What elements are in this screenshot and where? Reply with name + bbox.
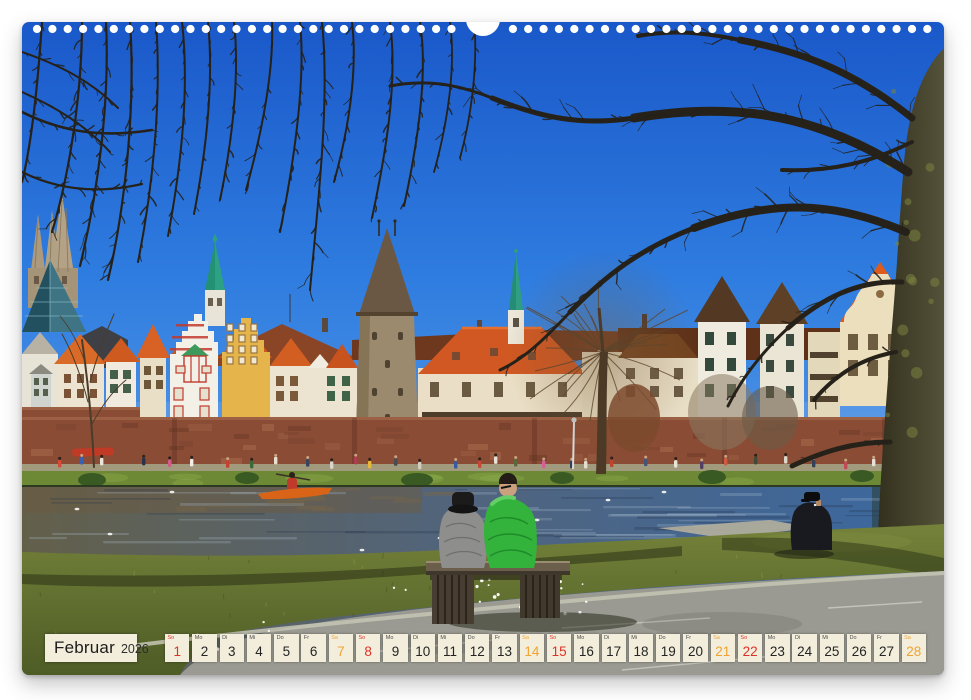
day-weekday-label: So: [740, 635, 747, 641]
calendar-page: Februar 2026 So1Mo2Di3Mi4Do5Fr6Sa7So8Mo9…: [22, 22, 944, 675]
day-number: 8: [356, 644, 380, 659]
day-number: 9: [383, 644, 407, 659]
day-weekday-label: Sa: [522, 635, 529, 641]
day-number: 26: [847, 644, 871, 659]
day-number: 28: [902, 644, 926, 659]
day-cell: So 15: [547, 634, 571, 662]
day-weekday-label: So: [549, 635, 556, 641]
day-number: 13: [492, 644, 516, 659]
day-cell: Di 3: [220, 634, 244, 662]
day-weekday-label: Di: [413, 635, 418, 641]
day-number: 10: [411, 644, 435, 659]
day-number: 16: [574, 644, 598, 659]
day-weekday-label: Mo: [195, 635, 203, 641]
day-cell: Do 12: [465, 634, 489, 662]
day-weekday-label: Fr: [877, 635, 882, 641]
day-number: 24: [792, 644, 816, 659]
day-weekday-label: Do: [468, 635, 475, 641]
day-weekday-label: Mo: [768, 635, 776, 641]
day-weekday-label: Sa: [904, 635, 911, 641]
day-number: 21: [711, 644, 735, 659]
day-cell: Mi 4: [247, 634, 271, 662]
day-number: 25: [820, 644, 844, 659]
day-weekday-label: Do: [850, 635, 857, 641]
day-number: 18: [629, 644, 653, 659]
day-cell: Mo 2: [192, 634, 216, 662]
day-cell: Mo 9: [383, 634, 407, 662]
day-cell: Di 24: [792, 634, 816, 662]
day-weekday-label: Mi: [822, 635, 828, 641]
day-cell: Sa 14: [520, 634, 544, 662]
day-cell: Di 17: [602, 634, 626, 662]
day-number: 4: [247, 644, 271, 659]
day-number: 2: [192, 644, 216, 659]
day-weekday-label: Fr: [304, 635, 309, 641]
day-cell: So 1: [165, 634, 189, 662]
day-cell: Di 10: [411, 634, 435, 662]
day-number: 7: [329, 644, 353, 659]
day-number: 22: [738, 644, 762, 659]
day-weekday-label: So: [358, 635, 365, 641]
day-weekday-label: Mi: [631, 635, 637, 641]
ulm-danube-photo: [22, 22, 944, 675]
day-number: 20: [683, 644, 707, 659]
day-cell: Mi 25: [820, 634, 844, 662]
day-number: 5: [274, 644, 298, 659]
far-bank-path: [22, 464, 944, 471]
day-weekday-label: Do: [659, 635, 666, 641]
day-cell: Fr 27: [874, 634, 898, 662]
day-cell: Sa 28: [902, 634, 926, 662]
day-cell: Do 5: [274, 634, 298, 662]
day-cell: Do 26: [847, 634, 871, 662]
day-cell: Fr 6: [301, 634, 325, 662]
day-cell: So 8: [356, 634, 380, 662]
day-cell: Fr 20: [683, 634, 707, 662]
year-label: 2026: [121, 640, 149, 656]
day-weekday-label: Mi: [440, 635, 446, 641]
day-number: 17: [602, 644, 626, 659]
day-weekday-label: Di: [222, 635, 227, 641]
day-cell: Mo 23: [765, 634, 789, 662]
day-weekday-label: Di: [604, 635, 609, 641]
calendar-product-shot: Februar 2026 So1Mo2Di3Mi4Do5Fr6Sa7So8Mo9…: [0, 0, 971, 700]
day-cell: Do 19: [656, 634, 680, 662]
day-cell: Fr 13: [492, 634, 516, 662]
day-cell: So 22: [738, 634, 762, 662]
day-number: 15: [547, 644, 571, 659]
far-bank-grass: [22, 470, 944, 488]
month-name: Februar: [54, 638, 115, 658]
day-weekday-label: Di: [795, 635, 800, 641]
day-number: 3: [220, 644, 244, 659]
day-number: 12: [465, 644, 489, 659]
day-number: 23: [765, 644, 789, 659]
day-cell: Mo 16: [574, 634, 598, 662]
day-cell: Mi 11: [438, 634, 462, 662]
calendar-strip: Februar 2026 So1Mo2Di3Mi4Do5Fr6Sa7So8Mo9…: [45, 634, 926, 662]
day-number: 14: [520, 644, 544, 659]
day-weekday-label: Sa: [713, 635, 720, 641]
day-weekday-label: Fr: [495, 635, 500, 641]
day-weekday-label: Mo: [577, 635, 585, 641]
day-number: 6: [301, 644, 325, 659]
day-cell: Mi 18: [629, 634, 653, 662]
day-cells: So1Mo2Di3Mi4Do5Fr6Sa7So8Mo9Di10Mi11Do12F…: [165, 634, 926, 662]
day-weekday-label: Fr: [686, 635, 691, 641]
day-weekday-label: Do: [277, 635, 284, 641]
day-number: 11: [438, 644, 462, 659]
day-weekday-label: Mo: [386, 635, 394, 641]
month-label-box: Februar 2026: [45, 634, 137, 662]
day-weekday-label: Sa: [331, 635, 338, 641]
day-number: 1: [165, 644, 189, 659]
day-weekday-label: So: [168, 635, 175, 641]
day-number: 19: [656, 644, 680, 659]
day-cell: Sa 21: [711, 634, 735, 662]
day-weekday-label: Mi: [249, 635, 255, 641]
day-number: 27: [874, 644, 898, 659]
day-cell: Sa 7: [329, 634, 353, 662]
